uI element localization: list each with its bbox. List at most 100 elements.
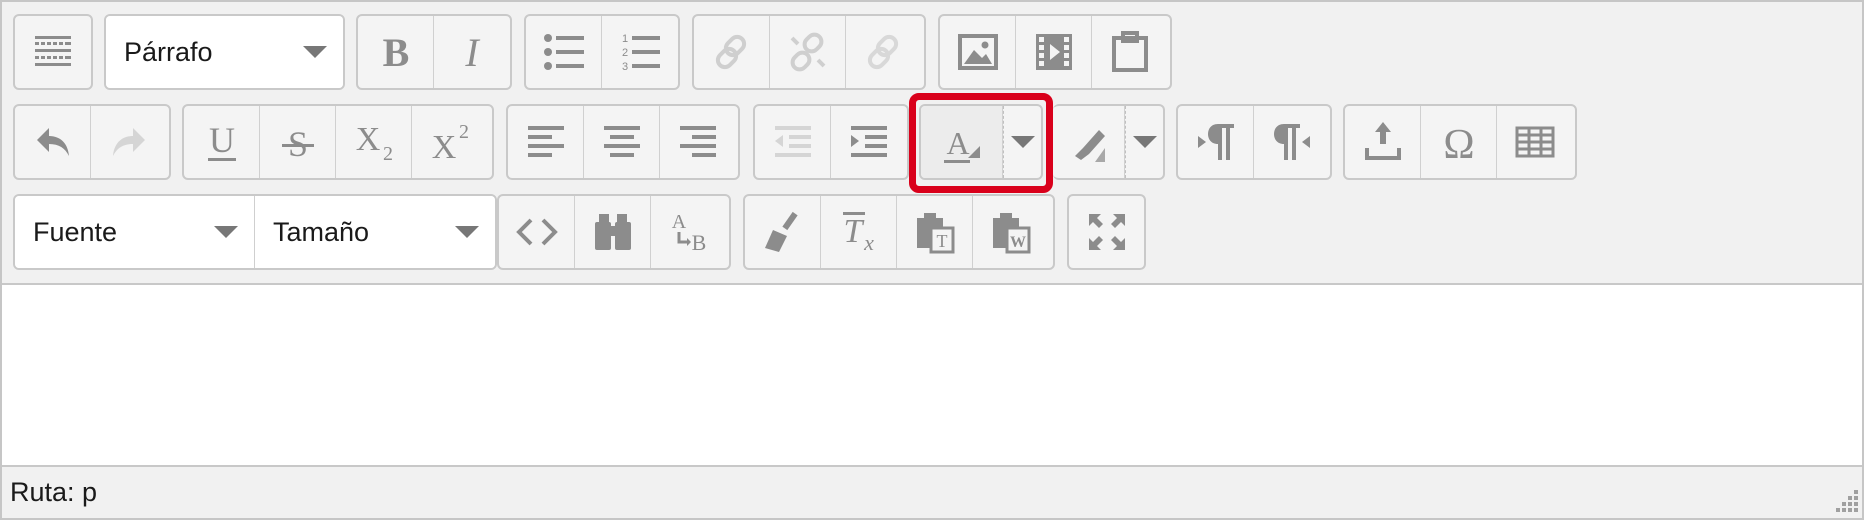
- svg-text:3: 3: [622, 61, 628, 73]
- bold-button[interactable]: B: [358, 16, 434, 88]
- indent-button[interactable]: [831, 106, 907, 178]
- numbered-list-icon: 1 2 3: [622, 33, 660, 73]
- table-button[interactable]: [1497, 106, 1573, 178]
- strikethrough-button[interactable]: S: [260, 106, 336, 178]
- unlink-icon: [790, 32, 825, 72]
- svg-text:2: 2: [622, 47, 628, 59]
- table-icon: [1515, 126, 1555, 158]
- svg-text:A: A: [672, 211, 687, 233]
- undo-button[interactable]: [15, 106, 91, 178]
- anchor-icon: [867, 34, 899, 70]
- media-icon: [1035, 34, 1072, 70]
- font-size-select[interactable]: Tamaño: [255, 196, 495, 268]
- rich-text-editor: Párrafo B I 1 2 3 U X 2 X 2 A Ω Fuente Tam…: [0, 0, 1864, 520]
- media-button[interactable]: [1016, 16, 1092, 88]
- strikethrough-icon: S: [281, 124, 314, 164]
- image-button[interactable]: [940, 16, 1016, 88]
- editor-content-area[interactable]: [2, 285, 1862, 465]
- paste-text-button[interactable]: T: [897, 196, 973, 268]
- upload-button[interactable]: [1345, 106, 1421, 178]
- unlink-button[interactable]: [770, 16, 846, 88]
- chevron-down-icon: [455, 226, 479, 238]
- svg-text:Ω: Ω: [1443, 122, 1474, 166]
- italic-button[interactable]: I: [434, 16, 510, 88]
- undo-icon: [36, 128, 69, 156]
- anchor-button[interactable]: [846, 16, 922, 88]
- special-char-button[interactable]: Ω: [1421, 106, 1497, 178]
- toolbar-toggle-icon: [35, 36, 71, 66]
- replace-icon: AB: [672, 211, 707, 255]
- fullscreen-icon: [1088, 214, 1125, 250]
- cleanup-group: Tx T W: [743, 194, 1055, 270]
- insert-extras-group: Ω: [1343, 104, 1577, 180]
- find-button[interactable]: [575, 196, 651, 268]
- clean-button[interactable]: [745, 196, 821, 268]
- chevron-down-icon: [214, 226, 238, 238]
- block-format-select[interactable]: Párrafo: [106, 16, 343, 88]
- paste-word-icon: W: [993, 213, 1031, 254]
- editor-toolbar: Párrafo B I 1 2 3 U X 2 X 2 A Ω Fuente Tam…: [2, 2, 1862, 285]
- svg-text:T: T: [936, 231, 947, 251]
- code-icon: [515, 218, 558, 246]
- block-format-label: Párrafo: [124, 36, 213, 67]
- text-color-highlight-box: [909, 93, 1053, 193]
- underline-icon: U: [207, 120, 236, 161]
- rtl-button[interactable]: [1254, 106, 1330, 178]
- rtl-icon: [1274, 124, 1310, 160]
- resize-grip-icon[interactable]: [1826, 482, 1860, 516]
- link-button[interactable]: [694, 16, 770, 88]
- align-right-button[interactable]: [660, 106, 736, 178]
- font-selects-group: Fuente Tamaño: [13, 194, 497, 270]
- align-right-icon: [680, 126, 716, 157]
- toolbar-toggle-button[interactable]: [15, 16, 91, 88]
- direction-group: [1176, 104, 1332, 180]
- indent-group: [753, 104, 909, 180]
- ltr-button[interactable]: [1178, 106, 1254, 178]
- underline-button[interactable]: U: [184, 106, 260, 178]
- align-left-icon: [527, 126, 564, 157]
- history-group: [13, 104, 171, 180]
- fullscreen-button[interactable]: [1069, 196, 1144, 268]
- bold-icon: B: [382, 30, 409, 75]
- numbered-list-button[interactable]: 1 2 3: [602, 16, 678, 88]
- background-color-dropdown[interactable]: [1125, 106, 1163, 178]
- svg-text:T: T: [843, 213, 864, 250]
- svg-text:B: B: [692, 230, 707, 255]
- chevron-down-icon: [1132, 136, 1157, 148]
- align-center-button[interactable]: [584, 106, 660, 178]
- svg-text:2: 2: [459, 121, 469, 143]
- paste-word-button[interactable]: W: [973, 196, 1049, 268]
- link-icon: [715, 34, 746, 70]
- alignment-group: [506, 104, 740, 180]
- block-format-group: Párrafo: [104, 14, 345, 90]
- superscript-icon: X2: [432, 121, 469, 166]
- redo-button[interactable]: [91, 106, 167, 178]
- tools-group: AB: [497, 194, 731, 270]
- bullet-list-button[interactable]: [526, 16, 602, 88]
- background-color-button[interactable]: [1053, 106, 1125, 178]
- paste-button[interactable]: [1092, 16, 1168, 88]
- insert-group: [938, 14, 1172, 90]
- redo-icon: [113, 128, 145, 156]
- find-icon: [594, 214, 631, 250]
- text-decoration-group: U S X2 X2: [182, 104, 494, 180]
- remove-format-button[interactable]: Tx: [821, 196, 897, 268]
- align-center-icon: [603, 126, 640, 157]
- align-left-button[interactable]: [508, 106, 584, 178]
- svg-text:X: X: [355, 121, 380, 158]
- replace-button[interactable]: AB: [651, 196, 727, 268]
- subscript-button[interactable]: X2: [336, 106, 412, 178]
- font-family-select[interactable]: Fuente: [15, 196, 255, 268]
- paste-text-icon: T: [916, 213, 954, 254]
- chevron-down-icon: [303, 46, 327, 58]
- svg-text:1: 1: [622, 33, 628, 45]
- outdent-button[interactable]: [755, 106, 831, 178]
- clean-icon: [764, 211, 798, 252]
- background-color-group: [1053, 104, 1165, 180]
- code-button[interactable]: [499, 196, 575, 268]
- font-family-label: Fuente: [33, 216, 118, 247]
- superscript-button[interactable]: X2: [412, 106, 488, 178]
- special-char-icon: Ω: [1443, 122, 1474, 166]
- svg-text:x: x: [863, 230, 874, 255]
- italic-icon: I: [464, 30, 480, 75]
